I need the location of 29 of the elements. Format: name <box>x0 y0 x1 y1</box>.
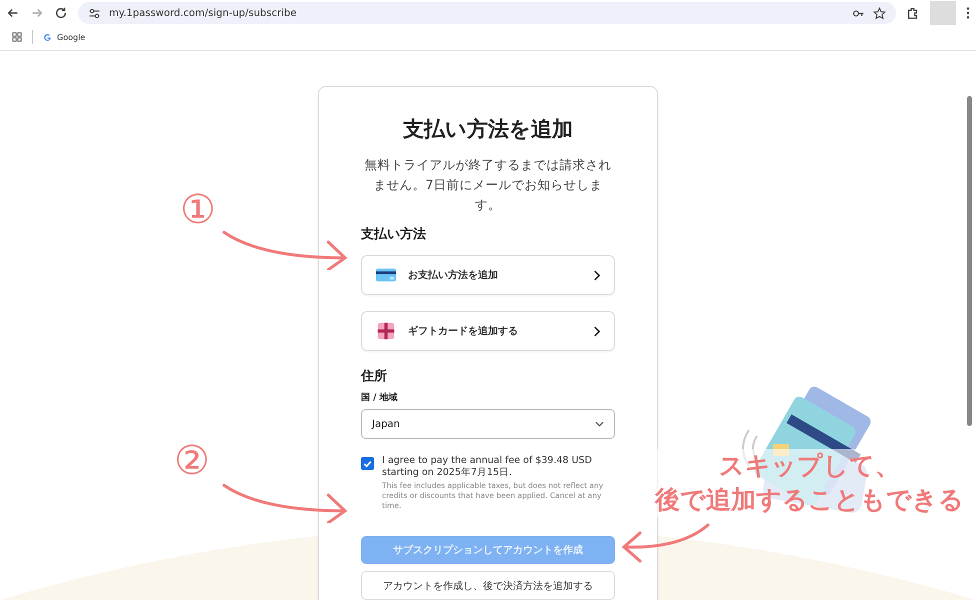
back-icon[interactable] <box>6 6 20 20</box>
section-heading: 支払い方法 <box>361 226 427 243</box>
address-bar[interactable]: my.1password.com/sign-up/subscribe <box>78 2 896 24</box>
menu-icon[interactable] <box>966 6 970 20</box>
payment-option-button[interactable]: お支払い方法を追加 <box>361 255 615 295</box>
field-label: 国 / 地域 <box>361 391 399 404</box>
g-logo-icon <box>43 32 52 42</box>
extensions-icon[interactable] <box>906 6 920 20</box>
trial-notice: 無料トライアルが終了するまでは請求されません。7日前にメールでお知らせします。 <box>364 156 612 214</box>
chevron-right-icon <box>593 326 600 336</box>
section-heading: 住所 <box>361 368 388 385</box>
chevron-right-icon <box>593 270 600 280</box>
agreement-text: I agree to pay the annual fee of $39.48 USD starting on 2025年7月15日. <box>382 455 593 479</box>
site-settings-icon[interactable] <box>88 6 101 20</box>
url-text: my.1password.com/sign-up/subscribe <box>109 8 298 18</box>
credit-card-icon <box>376 266 396 284</box>
gift-icon <box>376 322 396 340</box>
country-select[interactable]: Japan <box>361 409 615 439</box>
chevron-down-icon <box>595 421 604 427</box>
apps-grid-icon[interactable] <box>12 32 22 42</box>
create-later-button[interactable]: アカウントを作成し、後で決済方法を追加する <box>361 571 615 600</box>
step-number: ② <box>174 439 210 483</box>
agree-checkbox[interactable] <box>361 457 374 470</box>
payment-option-button[interactable]: ギフトカードを追加する <box>361 311 615 351</box>
star-icon[interactable] <box>873 6 886 20</box>
step-number: ① <box>180 188 216 232</box>
bookmark-link[interactable]: Google <box>43 32 86 42</box>
page-title: 支払い方法を追加 <box>402 116 574 143</box>
reload-icon[interactable] <box>54 6 68 20</box>
